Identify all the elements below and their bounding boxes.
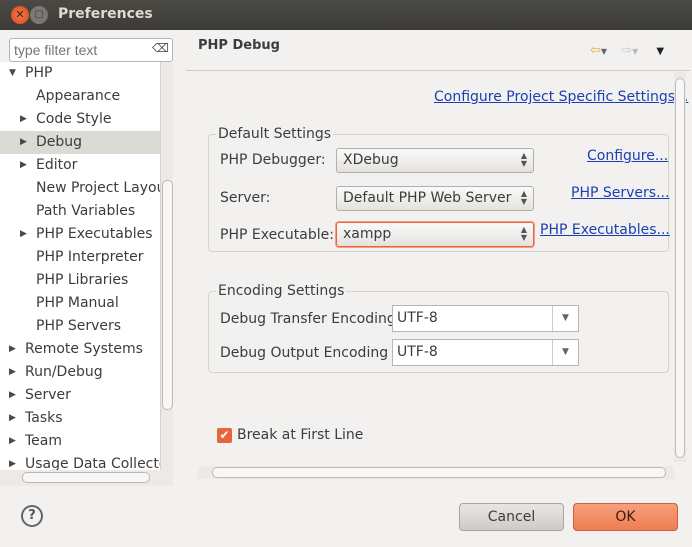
encoding-settings-legend: Encoding Settings [216, 283, 347, 299]
tree-item-label: Team [25, 433, 63, 449]
filter-input[interactable] [9, 38, 173, 62]
tree-item-label: PHP Executables [36, 226, 153, 242]
preference-tree: ▼ PHP Appearance ▶ Code Style ▶ Debug ▶ Editor Ne… [0, 62, 160, 470]
tree-item-label: PHP Libraries [36, 272, 129, 288]
updown-icon: ▲ ▼ [520, 151, 527, 168]
tree-item[interactable]: ▶ Usage Data Collector [0, 453, 160, 470]
tree-item-label: PHP [25, 65, 53, 81]
tree-hscroll-thumb[interactable] [22, 472, 150, 483]
transfer-encoding-value: UTF-8 [397, 310, 438, 326]
default-settings-legend: Default Settings [216, 126, 334, 142]
server-label: Server: [220, 190, 271, 206]
tree-item-label: Path Variables [36, 203, 136, 219]
configure-link[interactable]: Configure... [587, 148, 668, 164]
executable-label: PHP Executable: [220, 227, 334, 243]
page-title: PHP Debug [198, 38, 280, 53]
tree-item-label: Tasks [25, 410, 63, 426]
tree-item-label: PHP Manual [36, 295, 119, 311]
expand-icon[interactable]: ▶ [20, 154, 27, 177]
tree-item-label: Server [25, 387, 71, 403]
tree-item-label: Editor [36, 157, 78, 173]
debugger-select[interactable]: XDebug ▲ ▼ [336, 148, 534, 173]
expand-icon[interactable]: ▶ [9, 407, 16, 430]
tree-item-label: Remote Systems [25, 341, 143, 357]
tree-item[interactable]: ▶ Code Style [0, 108, 160, 131]
tree-item-label: Appearance [36, 88, 121, 104]
help-icon[interactable]: ? [21, 505, 43, 527]
tree-item[interactable]: PHP Libraries [0, 269, 160, 292]
updown-icon: ▲ ▼ [520, 225, 527, 242]
back-menu-icon[interactable]: ▼ [601, 47, 607, 56]
tree-item[interactable]: ▶ Tasks [0, 407, 160, 430]
expand-icon[interactable]: ▶ [9, 430, 16, 453]
tree-item[interactable]: PHP Servers [0, 315, 160, 338]
php-executables-link[interactable]: PHP Executables... [540, 222, 670, 238]
tree-item[interactable]: ▼ PHP [0, 62, 160, 85]
tree-item-label: Code Style [36, 111, 112, 127]
tree-item-label: Usage Data Collector [25, 456, 160, 470]
tree-item[interactable]: New Project Layout [0, 177, 160, 200]
tree-item[interactable]: ▶ Team [0, 430, 160, 453]
tree-item[interactable]: ▶ Editor [0, 154, 160, 177]
server-select[interactable]: Default PHP Web Server ▲ ▼ [336, 186, 534, 211]
tree-item-label: Debug [36, 134, 83, 150]
transfer-encoding-combo[interactable]: UTF-8 ▼ [392, 305, 579, 332]
expand-icon[interactable]: ▶ [9, 361, 16, 384]
tree-item-label: New Project Layout [36, 180, 160, 196]
close-window-button[interactable]: ✕ [11, 6, 29, 24]
page-hscroll-thumb[interactable] [212, 467, 666, 478]
cancel-button[interactable]: Cancel [459, 503, 564, 531]
tree-item[interactable]: ▶ Remote Systems [0, 338, 160, 361]
tree-item[interactable]: ▶ Debug [0, 131, 160, 154]
expand-icon[interactable]: ▶ [20, 223, 27, 246]
php-servers-link[interactable]: PHP Servers... [571, 185, 669, 201]
view-menu-icon[interactable]: ▼ [656, 46, 664, 57]
output-encoding-combo[interactable]: UTF-8 ▼ [392, 339, 579, 366]
output-encoding-label: Debug Output Encoding [220, 345, 389, 361]
divider [186, 70, 690, 71]
output-encoding-value: UTF-8 [397, 344, 438, 360]
tree-item[interactable]: Appearance [0, 85, 160, 108]
tree-item[interactable]: ▶ Run/Debug [0, 361, 160, 384]
break-first-line-label: Break at First Line [237, 427, 364, 443]
page-nav: ⇦▼ ⇨▼ ▼ [590, 43, 664, 58]
executable-value: xampp [343, 226, 392, 242]
tree-item-label: Run/Debug [25, 364, 103, 380]
page-scroll-thumb[interactable] [675, 78, 685, 458]
expanded-icon[interactable]: ▼ [9, 62, 16, 85]
expand-icon[interactable]: ▶ [9, 453, 16, 470]
tree-scroll-thumb[interactable] [162, 180, 173, 410]
back-icon[interactable]: ⇦ [590, 43, 601, 58]
dropdown-arrow-icon[interactable]: ▼ [552, 306, 578, 331]
tree-item[interactable]: ▶ Server [0, 384, 160, 407]
expand-icon[interactable]: ▶ [9, 384, 16, 407]
tree-item[interactable]: PHP Manual [0, 292, 160, 315]
tree-item[interactable]: Path Variables [0, 200, 160, 223]
server-value: Default PHP Web Server [343, 190, 512, 206]
forward-icon[interactable]: ⇨ [621, 43, 632, 58]
configure-project-settings-link[interactable]: Configure Project Specific Settings... [434, 89, 688, 105]
break-first-line-checkbox[interactable]: ✔ [217, 428, 232, 443]
dropdown-arrow-icon[interactable]: ▼ [552, 340, 578, 365]
tree-item-label: PHP Interpreter [36, 249, 144, 265]
debugger-label: PHP Debugger: [220, 152, 326, 168]
expand-icon[interactable]: ▶ [20, 108, 27, 131]
updown-icon: ▲ ▼ [520, 189, 527, 206]
window-title: Preferences [58, 6, 153, 22]
expand-icon[interactable]: ▶ [9, 338, 16, 361]
forward-menu-icon[interactable]: ▼ [632, 47, 638, 56]
tree-item-label: PHP Servers [36, 318, 122, 334]
tree-item[interactable]: ▶ PHP Executables [0, 223, 160, 246]
debugger-value: XDebug [343, 152, 399, 168]
minimize-window-button[interactable]: ▢ [30, 6, 48, 24]
expand-icon[interactable]: ▶ [20, 131, 27, 154]
executable-select[interactable]: xampp ▲ ▼ [336, 222, 534, 247]
tree-item[interactable]: PHP Interpreter [0, 246, 160, 269]
ok-button[interactable]: OK [573, 503, 678, 531]
transfer-encoding-label: Debug Transfer Encoding [220, 311, 396, 327]
clear-filter-icon[interactable]: ⌫ [152, 41, 169, 55]
